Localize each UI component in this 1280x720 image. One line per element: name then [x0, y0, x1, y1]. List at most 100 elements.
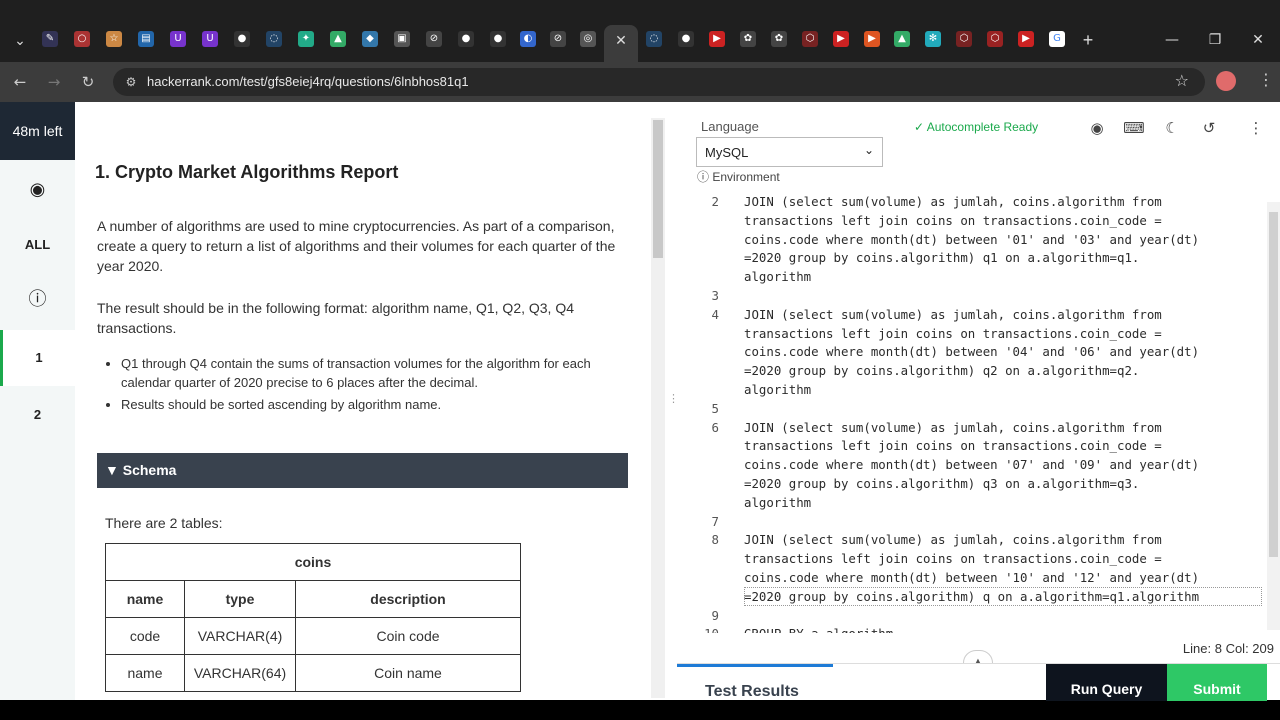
reload-icon[interactable]: ↻	[76, 70, 100, 94]
tab-favicon-icon[interactable]: ○	[74, 31, 90, 47]
tab-favicon-icon[interactable]: ☆	[106, 31, 122, 47]
github-icon[interactable]: ●	[234, 31, 250, 47]
forward-arrow-icon[interactable]: →	[42, 70, 66, 94]
code-line[interactable]: =2020 group by coins.algorithm) q on a.a…	[677, 586, 1267, 606]
code-line[interactable]: algorithm	[677, 380, 1267, 399]
code-line[interactable]: 5	[677, 399, 1267, 418]
code-text[interactable]: transactions left join coins on transact…	[744, 549, 1162, 568]
code-text[interactable]: =2020 group by coins.algorithm) q1 on a.…	[744, 248, 1139, 267]
code-line[interactable]: 3	[677, 286, 1267, 305]
code-text[interactable]: coins.code where month(dt) between '07' …	[744, 455, 1199, 474]
code-text[interactable]: transactions left join coins on transact…	[744, 436, 1162, 455]
code-text[interactable]: algorithm	[744, 267, 811, 286]
address-bar[interactable]: ⚙ hackerrank.com/test/gfs8eiej4rq/questi…	[113, 68, 1205, 96]
code-text[interactable]: =2020 group by coins.algorithm) q on a.a…	[744, 587, 1199, 606]
code-line[interactable]: 4 JOIN (select sum(volume) as jumlah, coi…	[677, 305, 1267, 324]
tab-favicon-icon[interactable]: ◐	[520, 31, 536, 47]
compass-icon[interactable]: ◉	[0, 162, 75, 218]
bookmark-star-icon[interactable]: ☆	[1175, 71, 1189, 90]
back-arrow-icon[interactable]: ←	[8, 70, 32, 94]
code-text[interactable]: =2020 group by coins.algorithm) q2 on a.…	[744, 361, 1139, 380]
profile-avatar[interactable]	[1216, 71, 1236, 91]
history-icon[interactable]: ↺	[1198, 117, 1220, 139]
panel-splitter[interactable]: ⋮⋮	[665, 102, 690, 700]
question-2-link[interactable]: 2	[0, 387, 75, 443]
tab-favicon-icon[interactable]: ◌	[646, 31, 662, 47]
code-text[interactable]: GROUP BY a.algorithm	[744, 624, 893, 633]
code-line[interactable]: transactions left join coins on transact…	[677, 324, 1267, 343]
tab-favicon-icon[interactable]: ▣	[394, 31, 410, 47]
tab-favicon-icon[interactable]: ▲	[330, 31, 346, 47]
scrollbar-thumb[interactable]	[1269, 212, 1278, 557]
tab-favicon-icon[interactable]: ✿	[740, 31, 756, 47]
youtube-icon[interactable]: ▶	[1018, 31, 1034, 47]
code-line[interactable]: 10 GROUP BY a.algorithm	[677, 624, 1267, 633]
tab-favicon-icon[interactable]: ▲	[894, 31, 910, 47]
editor-scrollbar[interactable]	[1267, 202, 1280, 630]
tab-favicon-icon[interactable]: ⬡	[987, 31, 1003, 47]
schema-toggle[interactable]: ▼ Schema	[97, 453, 628, 488]
tab-favicon-icon[interactable]: ⬡	[956, 31, 972, 47]
github-icon[interactable]: ●	[458, 31, 474, 47]
code-line[interactable]: =2020 group by coins.algorithm) q2 on a.…	[677, 361, 1267, 380]
code-line[interactable]: 7	[677, 512, 1267, 531]
code-line[interactable]: =2020 group by coins.algorithm) q3 on a.…	[677, 474, 1267, 493]
browser-menu-icon[interactable]: ⋮	[1258, 70, 1274, 89]
code-line[interactable]: algorithm	[677, 267, 1267, 286]
code-line[interactable]: 2 JOIN (select sum(volume) as jumlah, coi…	[677, 192, 1267, 211]
tab-favicon-icon[interactable]: ✎	[42, 31, 58, 47]
tab-test-results[interactable]: Test Results	[677, 664, 833, 701]
code-line[interactable]: transactions left join coins on transact…	[677, 549, 1267, 568]
language-select[interactable]: MySQL ⌄	[696, 137, 883, 167]
code-line[interactable]: transactions left join coins on transact…	[677, 211, 1267, 230]
code-text[interactable]: JOIN (select sum(volume) as jumlah, coin…	[744, 305, 1162, 324]
tab-favicon-icon[interactable]: ⊘	[550, 31, 566, 47]
code-text[interactable]: JOIN (select sum(volume) as jumlah, coin…	[744, 530, 1162, 549]
code-text[interactable]: algorithm	[744, 493, 811, 512]
code-text[interactable]: coins.code where month(dt) between '04' …	[744, 342, 1199, 361]
question-1-link[interactable]: 1	[0, 330, 75, 386]
google-icon[interactable]: G	[1049, 31, 1065, 47]
tab-favicon-icon[interactable]: ◌	[266, 31, 282, 47]
code-line[interactable]: coins.code where month(dt) between '10' …	[677, 568, 1267, 587]
code-line[interactable]: coins.code where month(dt) between '07' …	[677, 455, 1267, 474]
code-text[interactable]: JOIN (select sum(volume) as jumlah, coin…	[744, 418, 1162, 437]
new-tab-button[interactable]: +	[1074, 28, 1102, 52]
info-icon[interactable]: ⓘ	[0, 272, 75, 328]
code-line[interactable]: 6 JOIN (select sum(volume) as jumlah, coi…	[677, 418, 1267, 437]
code-text[interactable]: transactions left join coins on transact…	[744, 324, 1162, 343]
all-questions-link[interactable]: ALL	[0, 217, 75, 273]
youtube-icon[interactable]: ▶	[709, 31, 725, 47]
youtube-icon[interactable]: ▶	[833, 31, 849, 47]
code-text[interactable]: transactions left join coins on transact…	[744, 211, 1162, 230]
question-scrollbar[interactable]	[651, 118, 665, 698]
code-text[interactable]: algorithm	[744, 380, 811, 399]
code-line[interactable]: transactions left join coins on transact…	[677, 436, 1267, 455]
more-options-icon[interactable]: ⋮	[1245, 117, 1267, 139]
tab-favicon-icon[interactable]: ✻	[925, 31, 941, 47]
code-line[interactable]: coins.code where month(dt) between '04' …	[677, 342, 1267, 361]
environment-link[interactable]: ⓘ Environment	[697, 168, 780, 185]
code-editor[interactable]: 2 JOIN (select sum(volume) as jumlah, coi…	[677, 190, 1267, 633]
scrollbar-thumb[interactable]	[653, 120, 663, 258]
tab-favicon-icon[interactable]: ◎	[580, 31, 596, 47]
code-text[interactable]: coins.code where month(dt) between '10' …	[744, 568, 1199, 587]
tab-favicon-icon[interactable]: U	[170, 31, 186, 47]
tab-favicon-icon[interactable]: ▶	[864, 31, 880, 47]
submit-button[interactable]: Submit	[1167, 664, 1267, 701]
eye-icon[interactable]: ◉	[1086, 117, 1108, 139]
tab-search-chevron-icon[interactable]: ⌄	[6, 28, 34, 52]
keyboard-icon[interactable]: ⌨	[1123, 117, 1145, 139]
run-query-button[interactable]: Run Query	[1046, 664, 1167, 701]
tab-favicon-icon[interactable]: U	[202, 31, 218, 47]
tab-favicon-icon[interactable]: ⬡	[802, 31, 818, 47]
code-line[interactable]: 8 JOIN (select sum(volume) as jumlah, coi…	[677, 530, 1267, 549]
url-text[interactable]: hackerrank.com/test/gfs8eiej4rq/question…	[147, 74, 469, 89]
code-line[interactable]: coins.code where month(dt) between '01' …	[677, 230, 1267, 249]
tab-favicon-icon[interactable]: ▤	[138, 31, 154, 47]
minimize-button[interactable]: —	[1150, 28, 1194, 52]
tab-favicon-icon[interactable]: ✦	[298, 31, 314, 47]
dark-mode-icon[interactable]: ☾	[1161, 117, 1183, 139]
code-line[interactable]: algorithm	[677, 493, 1267, 512]
code-line[interactable]: 9	[677, 606, 1267, 625]
